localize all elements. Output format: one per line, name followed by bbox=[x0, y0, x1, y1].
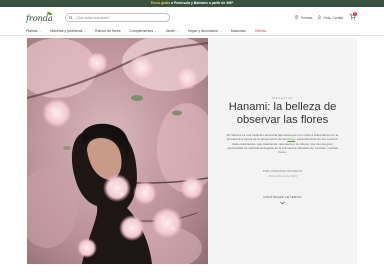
chevron-down-icon: ⌄ bbox=[38, 29, 42, 33]
continue-reading-link[interactable]: CONTINUAR LEYENDO bbox=[208, 195, 357, 199]
nav-label: Jardín bbox=[165, 29, 176, 33]
featured-article: BIENESTAR Hanami: la belleza de observar… bbox=[27, 38, 357, 264]
nav-label: Ramos de flores bbox=[95, 29, 121, 33]
chevron-down-icon: ⌄ bbox=[176, 29, 179, 33]
article-date: 18 de febrero de 2024 bbox=[268, 173, 297, 178]
nav-label: Complementos bbox=[129, 29, 154, 33]
article-text-panel: BIENESTAR Hanami: la belleza de observar… bbox=[208, 38, 357, 264]
nav-item-ofertas[interactable]: Ofertas bbox=[255, 29, 266, 33]
nav-label: Hogar y decoración bbox=[187, 29, 219, 33]
chevron-down-icon: ⌄ bbox=[219, 29, 222, 33]
arrow-down-icon[interactable] bbox=[280, 201, 285, 205]
account-label: Hola, Camila bbox=[323, 15, 343, 20]
chevron-down-icon: ⌄ bbox=[154, 29, 157, 33]
nav-label: Ofertas bbox=[254, 29, 267, 33]
nav-item-complementos[interactable]: Complementos ⌄ bbox=[130, 29, 157, 33]
logo-leaf-icon bbox=[47, 12, 52, 15]
search-bar[interactable] bbox=[65, 13, 170, 22]
nav-item-macetas[interactable]: Macetas y jardineras ⌄ bbox=[50, 29, 86, 33]
article-category[interactable]: BIENESTAR bbox=[208, 96, 357, 100]
user-icon bbox=[317, 15, 322, 20]
nav-label: Mascotas bbox=[230, 29, 246, 33]
stores-link[interactable]: Tiendas bbox=[294, 15, 312, 20]
announcement-text: a Península y Baleares a partir de 49€* bbox=[170, 1, 234, 5]
search-input[interactable] bbox=[75, 15, 165, 20]
cherry-blossom-photo bbox=[27, 38, 208, 264]
nav-label: Macetas y jardineras bbox=[50, 29, 83, 33]
nav-item-jardin[interactable]: Jardín ⌄ bbox=[166, 29, 179, 33]
announcement-bar: Envío gratis a Península y Baleares a pa… bbox=[0, 0, 384, 7]
nav-item-hogar[interactable]: Hogar y decoración ⌄ bbox=[188, 29, 222, 33]
main-nav: Plantas ⌄ Macetas y jardineras ⌄ Ramos de … bbox=[0, 27, 384, 36]
search-icon bbox=[69, 15, 73, 20]
cart-count-badge: 0 bbox=[353, 11, 357, 16]
article-excerpt: El Hanami es una tradición ancestral jap… bbox=[225, 133, 340, 154]
nav-item-ramos[interactable]: Ramos de flores bbox=[95, 29, 120, 33]
site-header: fronda Tiendas Hola, Camila 0 bbox=[0, 7, 384, 27]
stores-label: Tiendas bbox=[300, 15, 313, 20]
chevron-down-icon: ⌄ bbox=[83, 29, 87, 33]
article-hero-image[interactable] bbox=[27, 38, 208, 264]
nav-label: Plantas bbox=[26, 29, 38, 33]
nav-item-mascotas[interactable]: Mascotas bbox=[231, 29, 246, 33]
article-title[interactable]: Hanami: la belleza de observar las flore… bbox=[218, 101, 347, 127]
nav-item-plantas[interactable]: Plantas ⌄ bbox=[26, 29, 41, 33]
account-link[interactable]: Hola, Camila bbox=[317, 15, 343, 20]
article-author: POR VANESSA MORENO bbox=[262, 169, 303, 173]
announcement-highlight: Envío gratis bbox=[150, 1, 171, 5]
location-pin-icon bbox=[294, 15, 299, 20]
